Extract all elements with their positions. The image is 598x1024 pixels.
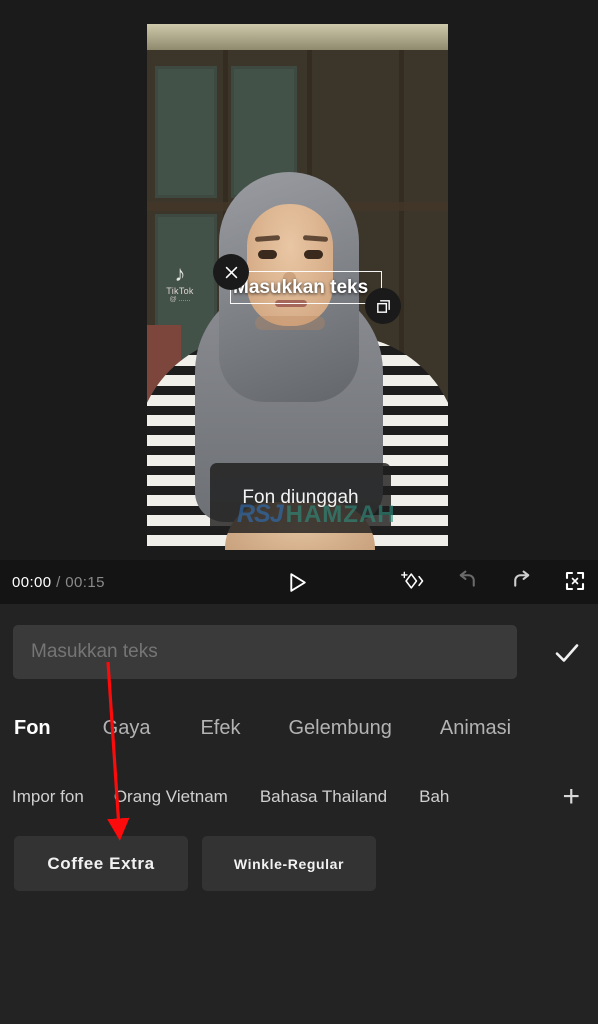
play-icon[interactable]	[283, 569, 309, 595]
current-time-label: 00:00	[12, 573, 52, 591]
add-font-category-button[interactable]: +	[562, 782, 580, 812]
playback-time: 00:00 / 00:15	[12, 574, 105, 591]
tab-efek[interactable]: Efek	[200, 717, 240, 740]
font-card-coffee-extra[interactable]: Coffee Extra	[14, 836, 188, 891]
editor-tabs: Fon Gaya Efek Gelembung Animasi	[0, 704, 598, 752]
font-list: Coffee Extra Winkle-Regular	[0, 836, 598, 891]
tab-animasi[interactable]: Animasi	[440, 717, 511, 740]
subtab-bahasa-thailand[interactable]: Bahasa Thailand	[260, 787, 387, 807]
fullscreen-icon[interactable]	[562, 568, 588, 594]
subtab-orang-vietnam[interactable]: Orang Vietnam	[114, 787, 228, 807]
player-toolbar: 00:00 / 00:15	[0, 560, 598, 604]
video-preview-stage[interactable]: ♪ TikTok @ ...... Masukkan teks Fon diun…	[0, 0, 598, 560]
toast-text: Fon diunggah	[242, 487, 359, 508]
subject-face	[247, 204, 333, 326]
tab-gaya[interactable]: Gaya	[103, 717, 151, 740]
text-overlay-box[interactable]: Masukkan teks	[213, 254, 401, 324]
subtab-bahasa-truncated[interactable]: Bah	[419, 787, 449, 807]
text-input-row	[0, 624, 598, 680]
text-input[interactable]	[13, 625, 517, 679]
tab-gelembung[interactable]: Gelembung	[289, 717, 392, 740]
tab-fon[interactable]: Fon	[14, 717, 51, 740]
toast-message: Fon diunggah	[210, 463, 391, 533]
total-time-label: 00:15	[65, 573, 105, 591]
tiktok-brand-label: TikTok	[166, 286, 194, 296]
tiktok-note-icon: ♪	[174, 261, 186, 286]
confirm-check-icon[interactable]	[550, 636, 584, 670]
capcut-text-editor-screen: ♪ TikTok @ ...... Masukkan teks Fon diun…	[0, 0, 598, 1024]
time-separator: /	[56, 573, 61, 591]
redo-icon[interactable]	[508, 568, 534, 594]
background-ceiling-light	[147, 24, 448, 50]
subtab-impor-fon[interactable]: Impor fon	[12, 787, 84, 807]
close-icon[interactable]	[213, 254, 249, 290]
subject-chin-shadow	[255, 316, 325, 330]
subject-eye	[304, 250, 323, 259]
resize-handle-icon[interactable]	[365, 288, 401, 324]
door-panel	[155, 66, 217, 198]
text-overlay-value: Masukkan teks	[233, 277, 369, 298]
add-keyframe-icon[interactable]	[400, 568, 426, 594]
font-card-winkle-regular[interactable]: Winkle-Regular	[202, 836, 376, 891]
player-action-buttons	[400, 568, 588, 594]
tiktok-username-label: @ ......	[169, 296, 191, 303]
tiktok-watermark: ♪ TikTok @ ......	[153, 262, 207, 320]
font-category-row: Impor fon Orang Vietnam Bahasa Thailand …	[0, 776, 598, 818]
subject-eye	[258, 250, 277, 259]
undo-icon[interactable]	[454, 568, 480, 594]
text-editor-panel: Fon Gaya Efek Gelembung Animasi Impor fo…	[0, 604, 598, 1024]
